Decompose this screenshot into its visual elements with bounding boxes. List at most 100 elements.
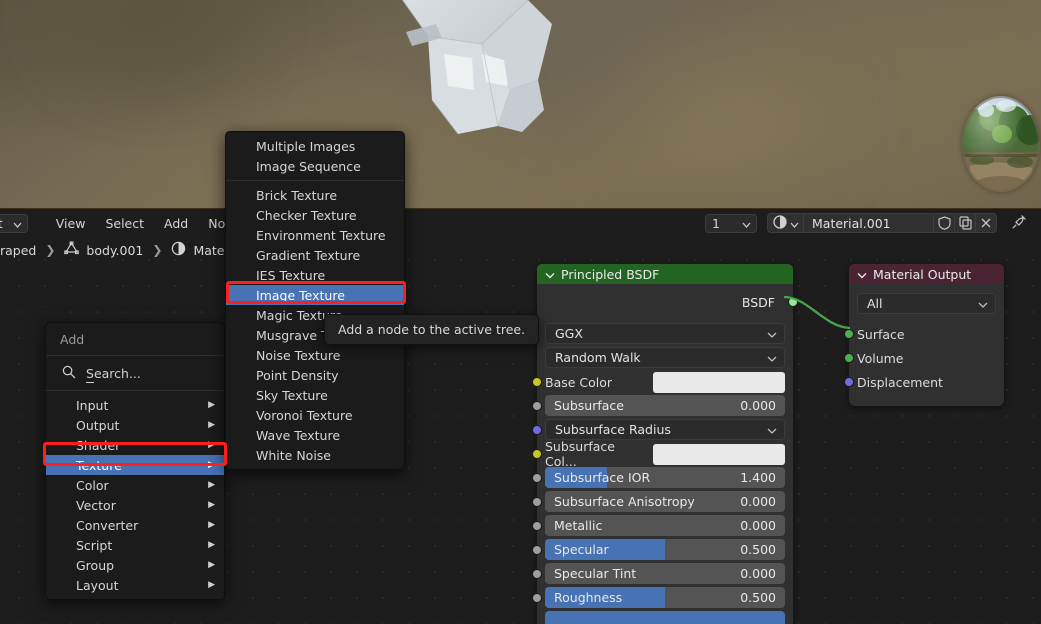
3d-viewport[interactable]: [0, 0, 1041, 208]
chevron-right-icon: ▶: [208, 440, 215, 450]
swatch-subsurface-color[interactable]: [653, 444, 785, 465]
slot-number-field[interactable]: 1: [705, 214, 757, 233]
chevron-down-icon[interactable]: [857, 267, 867, 282]
socket-subsurface-radius[interactable]: [532, 425, 542, 435]
texture-submenu-item-image-texture[interactable]: Image Texture: [226, 285, 404, 305]
chevron-down-icon[interactable]: [545, 267, 555, 282]
label-subsurface-anisotropy: Subsurface Anisotropy: [554, 494, 695, 509]
texture-submenu-label-environment-texture: Environment Texture: [256, 228, 386, 243]
label-base-color: Base Color: [545, 375, 645, 390]
socket-roughness[interactable]: [532, 593, 542, 603]
pin-icon[interactable]: [1011, 214, 1027, 233]
breadcrumb-item-0[interactable]: raped: [0, 243, 36, 258]
row-subsurface: Subsurface 0.000: [545, 395, 785, 417]
slider-subsurface-ior[interactable]: Subsurface IOR 1.400: [545, 467, 785, 488]
material-browse-dropdown[interactable]: [767, 213, 804, 233]
add-menu-item-layout[interactable]: Layout ▶: [46, 575, 224, 595]
add-menu-item-group[interactable]: Group ▶: [46, 555, 224, 575]
label-volume: Volume: [857, 351, 904, 366]
node-principled-bsdf[interactable]: Principled BSDF BSDF GGX: [537, 264, 793, 624]
add-menu-search[interactable]: Search...: [46, 360, 224, 386]
add-menu[interactable]: Add Search... Input ▶ Output ▶ Shader ▶ …: [45, 322, 225, 600]
chevron-down-icon: [13, 216, 22, 231]
texture-submenu-item-ies-texture[interactable]: IES Texture: [226, 265, 404, 285]
socket-specular-tint[interactable]: [532, 569, 542, 579]
socket-base-color[interactable]: [532, 377, 542, 387]
texture-submenu-item-point-density[interactable]: Point Density: [226, 365, 404, 385]
add-menu-item-color[interactable]: Color ▶: [46, 475, 224, 495]
add-menu-item-output[interactable]: Output ▶: [46, 415, 224, 435]
texture-submenu-item-gradient-texture[interactable]: Gradient Texture: [226, 245, 404, 265]
socket-specular[interactable]: [532, 545, 542, 555]
menu-add[interactable]: Add: [154, 216, 198, 231]
texture-submenu-item-sky-texture[interactable]: Sky Texture: [226, 385, 404, 405]
add-menu-label-vector: Vector: [76, 498, 116, 513]
label-specular-tint: Specular Tint: [554, 566, 636, 581]
duplicate-material-icon[interactable]: [955, 213, 976, 233]
socket-bsdf-output[interactable]: [788, 297, 798, 307]
add-menu-label-output: Output: [76, 418, 119, 433]
slider-subsurface[interactable]: Subsurface 0.000: [545, 395, 785, 416]
socket-surface[interactable]: [844, 329, 854, 339]
add-menu-label-shader: Shader: [76, 438, 120, 453]
editor-type-dropdown[interactable]: ct: [0, 214, 28, 233]
menu-view[interactable]: View: [46, 216, 96, 231]
texture-submenu-label-sky-texture: Sky Texture: [256, 388, 328, 403]
dropdown-subsurface-radius[interactable]: Subsurface Radius: [545, 419, 785, 440]
texture-submenu-label-multiple-images: Multiple Images: [256, 139, 355, 154]
chevron-down-icon: [742, 216, 751, 231]
texture-submenu-item-multiple-images[interactable]: Multiple Images: [226, 136, 404, 156]
texture-submenu-item-brick-texture[interactable]: Brick Texture: [226, 185, 404, 205]
add-menu-item-converter[interactable]: Converter ▶: [46, 515, 224, 535]
socket-subsurface-anisotropy[interactable]: [532, 497, 542, 507]
value-specular-tint: 0.000: [740, 566, 776, 581]
node-material-output[interactable]: Material Output All Surface Volume: [849, 264, 1004, 406]
slider-subsurface-anisotropy[interactable]: Subsurface Anisotropy 0.000: [545, 491, 785, 512]
node-header-principled[interactable]: Principled BSDF: [537, 264, 793, 284]
texture-submenu-item-environment-texture[interactable]: Environment Texture: [226, 225, 404, 245]
fake-user-icon[interactable]: [934, 213, 955, 233]
dropdown-output-target[interactable]: All: [857, 293, 996, 314]
slider-metallic[interactable]: Metallic 0.000: [545, 515, 785, 536]
slider-specular[interactable]: Specular 0.500: [545, 539, 785, 560]
texture-submenu-label-voronoi-texture: Voronoi Texture: [256, 408, 353, 423]
socket-subsurface[interactable]: [532, 401, 542, 411]
texture-submenu-item-noise-texture[interactable]: Noise Texture: [226, 345, 404, 365]
dropdown-distribution[interactable]: GGX: [545, 323, 785, 344]
add-menu-item-script[interactable]: Script ▶: [46, 535, 224, 555]
socket-row-bsdf-output: BSDF: [545, 291, 785, 313]
dropdown-subsurface-method[interactable]: Random Walk: [545, 347, 785, 368]
slider-clipped-next[interactable]: [545, 611, 785, 624]
material-name-field[interactable]: Material.001: [804, 213, 934, 233]
add-menu-item-shader[interactable]: Shader ▶: [46, 435, 224, 455]
slider-roughness[interactable]: Roughness 0.500: [545, 587, 785, 608]
chevron-down-icon: [978, 296, 988, 311]
breadcrumb: raped ❯ body.001 ❯ Materia: [0, 241, 241, 259]
row-subsurface-method: Random Walk: [545, 347, 785, 369]
socket-metallic[interactable]: [532, 521, 542, 531]
node-header-material-output[interactable]: Material Output: [849, 264, 1004, 284]
texture-submenu-item-wave-texture[interactable]: Wave Texture: [226, 425, 404, 445]
search-icon: [62, 365, 76, 382]
material-icon: [773, 215, 787, 232]
label-surface: Surface: [857, 327, 905, 342]
texture-submenu-item-white-noise[interactable]: White Noise: [226, 445, 404, 465]
add-menu-item-input[interactable]: Input ▶: [46, 395, 224, 415]
add-menu-item-texture[interactable]: Texture ▶: [46, 455, 224, 475]
menu-select[interactable]: Select: [95, 216, 154, 231]
socket-volume[interactable]: [844, 353, 854, 363]
add-menu-label-input: Input: [76, 398, 108, 413]
texture-submenu-item-voronoi-texture[interactable]: Voronoi Texture: [226, 405, 404, 425]
socket-displacement[interactable]: [844, 377, 854, 387]
texture-submenu[interactable]: Multiple Images Image Sequence Brick Tex…: [225, 131, 405, 470]
chevron-right-icon: ▶: [208, 420, 215, 430]
slider-specular-tint[interactable]: Specular Tint 0.000: [545, 563, 785, 584]
socket-subsurface-color[interactable]: [532, 449, 542, 459]
texture-submenu-item-checker-texture[interactable]: Checker Texture: [226, 205, 404, 225]
texture-submenu-item-image-sequence[interactable]: Image Sequence: [226, 156, 404, 176]
breadcrumb-item-1[interactable]: body.001: [64, 241, 143, 259]
swatch-base-color[interactable]: [653, 372, 785, 393]
socket-subsurface-ior[interactable]: [532, 473, 542, 483]
unlink-material-icon[interactable]: [976, 213, 997, 233]
add-menu-item-vector[interactable]: Vector ▶: [46, 495, 224, 515]
